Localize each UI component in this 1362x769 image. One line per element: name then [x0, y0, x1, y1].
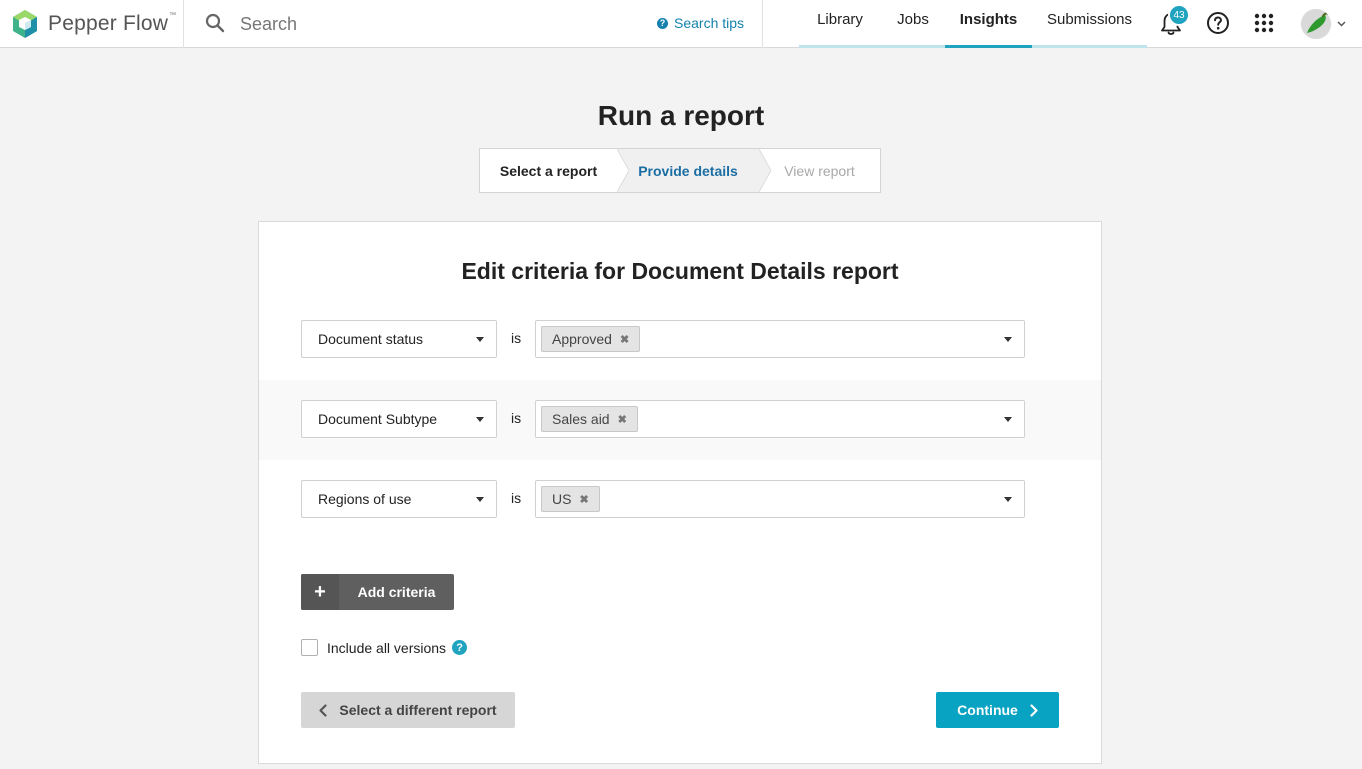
criteria-operator: is: [511, 330, 522, 346]
step-label: View report: [784, 162, 855, 179]
criteria-field-label: Document status: [318, 331, 424, 347]
continue-button-label: Continue: [957, 702, 1018, 718]
report-progress-steps: Select a report Provide details View rep…: [479, 148, 881, 193]
help-circle-icon[interactable]: ?: [452, 640, 468, 655]
nav-tab-insights[interactable]: Insights: [945, 0, 1032, 48]
pepper-avatar-icon: [1301, 9, 1331, 39]
select-different-report-button[interactable]: Select a different report: [301, 692, 515, 728]
criteria-field-dropdown[interactable]: Regions of use: [301, 480, 497, 518]
search-input[interactable]: [240, 9, 620, 39]
add-criteria-button[interactable]: + Add criteria: [301, 574, 454, 610]
search-tips-link[interactable]: ? Search tips: [657, 15, 744, 31]
continue-button[interactable]: Continue: [936, 692, 1059, 728]
criteria-field-dropdown[interactable]: Document Subtype: [301, 400, 497, 438]
pepper-flow-logo-icon: [13, 10, 37, 38]
chip-label: Approved: [552, 331, 612, 347]
value-chip: US ✖: [541, 486, 600, 512]
criteria-field-dropdown[interactable]: Document status: [301, 320, 497, 358]
criteria-row: Regions of use is US ✖: [259, 460, 1101, 540]
step-separator-arrow: [759, 149, 771, 192]
include-versions-label: Include all versions: [327, 639, 447, 656]
user-avatar[interactable]: [1301, 9, 1331, 39]
search-icon: [205, 13, 225, 33]
chip-label: US: [552, 491, 572, 507]
back-button-label: Select a different report: [339, 702, 497, 718]
caret-down-icon: [476, 417, 484, 422]
step-view-report: View report: [759, 149, 880, 192]
criteria-value-multiselect[interactable]: Sales aid ✖: [535, 400, 1025, 438]
caret-down-icon: [1004, 417, 1012, 422]
include-versions-checkbox[interactable]: [301, 639, 318, 656]
brand-logo[interactable]: Pepper Flow™: [0, 0, 184, 48]
step-label: Select a report: [499, 162, 598, 179]
criteria-row: Document Subtype is Sales aid ✖: [259, 380, 1101, 460]
nav-tab-library[interactable]: Library: [799, 0, 881, 48]
criteria-field-label: Regions of use: [318, 491, 412, 507]
caret-down-icon: [1004, 497, 1012, 502]
page-title: Run a report: [597, 100, 765, 131]
value-chip: Approved ✖: [541, 326, 641, 352]
card-title: Edit criteria for Document Details repor…: [461, 258, 899, 284]
criteria-value-multiselect[interactable]: Approved ✖: [535, 320, 1025, 358]
question-circle-icon: ?: [657, 17, 668, 29]
help-icon[interactable]: [1206, 11, 1230, 35]
nav-tab-submissions[interactable]: Submissions: [1032, 0, 1147, 48]
criteria-value-multiselect[interactable]: US ✖: [535, 480, 1025, 518]
remove-chip-icon[interactable]: ✖: [618, 413, 627, 426]
include-versions-option: Include all versions ?: [301, 639, 468, 656]
chip-label: Sales aid: [552, 411, 610, 427]
chevron-left-icon: [319, 703, 328, 717]
nav-tab-jobs[interactable]: Jobs: [881, 0, 945, 48]
header-divider: [762, 0, 763, 48]
criteria-operator: is: [511, 490, 522, 506]
apps-grid-icon[interactable]: [1254, 13, 1274, 33]
caret-down-icon: [476, 337, 484, 342]
chevron-right-icon: [1030, 703, 1038, 717]
caret-down-icon: [476, 497, 484, 502]
remove-chip-icon[interactable]: ✖: [579, 493, 588, 506]
notification-count-badge: 43: [1168, 4, 1190, 26]
remove-chip-icon[interactable]: ✖: [620, 333, 629, 346]
add-criteria-label: Add criteria: [357, 584, 436, 600]
plus-icon: +: [301, 574, 339, 610]
caret-down-icon: [1004, 337, 1012, 342]
criteria-field-label: Document Subtype: [318, 411, 438, 427]
chevron-down-icon[interactable]: [1337, 19, 1346, 28]
criteria-card: Edit criteria for Document Details repor…: [258, 221, 1102, 764]
step-label: Provide details: [638, 162, 738, 179]
criteria-operator: is: [511, 410, 522, 426]
main-nav: Library Jobs Insights Submissions: [799, 0, 1147, 48]
search-tips-label: Search tips: [674, 15, 745, 31]
criteria-row: Document status is Approved ✖: [259, 300, 1101, 380]
top-navigation-bar: Pepper Flow™ ? Search tips Library Jobs …: [0, 0, 1362, 48]
step-provide-details: Provide details: [617, 149, 771, 192]
value-chip: Sales aid ✖: [541, 406, 638, 432]
step-separator-arrow: [617, 149, 629, 192]
brand-name: Pepper Flow™: [48, 12, 177, 35]
step-select-report[interactable]: Select a report: [480, 149, 629, 192]
